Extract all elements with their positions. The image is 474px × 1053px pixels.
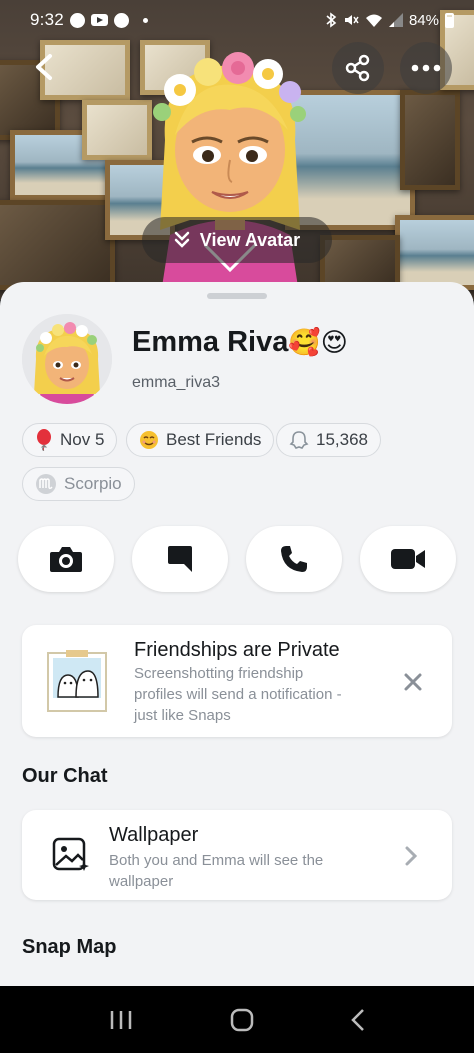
smile-emoji-icon xyxy=(140,431,158,449)
double-chevron-down-icon xyxy=(174,231,190,248)
friendship-photo-icon xyxy=(47,650,107,712)
share-button[interactable] xyxy=(332,42,384,94)
signal-icon xyxy=(388,13,403,27)
wallpaper-icon xyxy=(52,837,89,871)
facebook-icon xyxy=(69,12,85,28)
birthday-badge[interactable]: Nov 5 xyxy=(22,423,118,457)
our-chat-heading: Our Chat xyxy=(22,765,108,787)
painting-frame xyxy=(400,90,460,190)
facebook-icon xyxy=(113,12,129,28)
name-emojis: 🥰😍 xyxy=(288,327,348,357)
zodiac-label: Scorpio xyxy=(64,474,122,493)
wallpaper-subtitle-line: wallpaper xyxy=(109,873,174,890)
wallpaper-card[interactable]: Wallpaper Both you and Emma will see the… xyxy=(22,810,452,900)
wallpaper-subtitle: Both you and Emma will see the wallpaper xyxy=(109,850,323,892)
camera-icon xyxy=(50,547,82,572)
wifi-icon xyxy=(365,14,382,27)
bitmoji-avatar-icon xyxy=(22,314,112,404)
birthday-label: Nov 5 xyxy=(60,430,105,449)
privacy-title: Friendships are Private xyxy=(134,639,340,661)
bluetooth-icon xyxy=(326,12,337,28)
avatar[interactable] xyxy=(22,314,112,404)
youtube-icon xyxy=(90,14,108,26)
video-call-button[interactable] xyxy=(360,526,456,592)
mute-icon xyxy=(344,15,359,25)
camera-button[interactable] xyxy=(18,526,114,592)
system-navigation-bar xyxy=(0,986,474,1053)
balloon-icon xyxy=(37,429,51,451)
video-icon xyxy=(391,549,425,569)
profile-name: Emma Riva🥰😍 xyxy=(132,326,348,359)
profile-sheet: Emma Riva🥰😍 emma_riva3 Nov 5 Best Friend… xyxy=(0,282,474,986)
zodiac-badge[interactable]: Scorpio xyxy=(22,467,135,501)
snap-map-heading: Snap Map xyxy=(22,936,117,958)
painting-frame xyxy=(395,215,474,290)
status-time: 9:32 xyxy=(30,10,64,29)
battery-percent: 84% xyxy=(408,11,439,29)
scorpio-icon xyxy=(36,474,56,494)
privacy-subtitle-line: profiles will send a notification - xyxy=(134,686,342,703)
chevron-left-icon xyxy=(36,54,52,80)
privacy-subtitle: Screenshotting friendship profiles will … xyxy=(134,663,342,726)
wallpaper-title: Wallpaper xyxy=(109,824,199,846)
call-button[interactable] xyxy=(246,526,342,592)
chat-button[interactable] xyxy=(132,526,228,592)
status-bar: 9:32 84% xyxy=(0,0,474,40)
privacy-subtitle-line: Screenshotting friendship xyxy=(134,665,304,682)
battery-icon xyxy=(445,12,454,28)
chat-icon xyxy=(168,546,192,572)
view-avatar-button[interactable]: View Avatar xyxy=(142,217,332,263)
painting-frame xyxy=(82,100,152,160)
privacy-notice-card: Friendships are Private Screenshotting f… xyxy=(22,625,452,737)
back-button[interactable] xyxy=(30,52,60,82)
home-button[interactable] xyxy=(230,1008,254,1032)
profile-username: emma_riva3 xyxy=(132,374,221,391)
share-icon xyxy=(345,54,370,82)
profile-name-text: Emma Riva xyxy=(132,326,289,358)
chevron-right-icon xyxy=(405,846,418,866)
view-avatar-label: View Avatar xyxy=(199,229,301,250)
close-icon[interactable] xyxy=(402,671,424,693)
privacy-subtitle-line: just like Snaps xyxy=(134,707,231,724)
painting-frame xyxy=(0,200,115,290)
wallpaper-subtitle-line: Both you and Emma will see the xyxy=(109,852,324,869)
sheet-grabber[interactable] xyxy=(207,293,267,299)
phone-icon xyxy=(281,546,307,572)
more-icon xyxy=(411,64,441,72)
more-options-button[interactable] xyxy=(400,42,452,94)
best-friends-badge[interactable]: Best Friends xyxy=(126,423,275,457)
recent-apps-button[interactable] xyxy=(108,1009,134,1031)
notification-dot-icon xyxy=(142,17,148,23)
snapscore-badge[interactable]: 15,368 xyxy=(276,423,381,457)
snapscore-label: 15,368 xyxy=(316,430,368,449)
snapscore-ghost-icon xyxy=(289,431,309,449)
best-friends-label: Best Friends xyxy=(166,430,262,449)
system-back-button[interactable] xyxy=(350,1008,366,1032)
